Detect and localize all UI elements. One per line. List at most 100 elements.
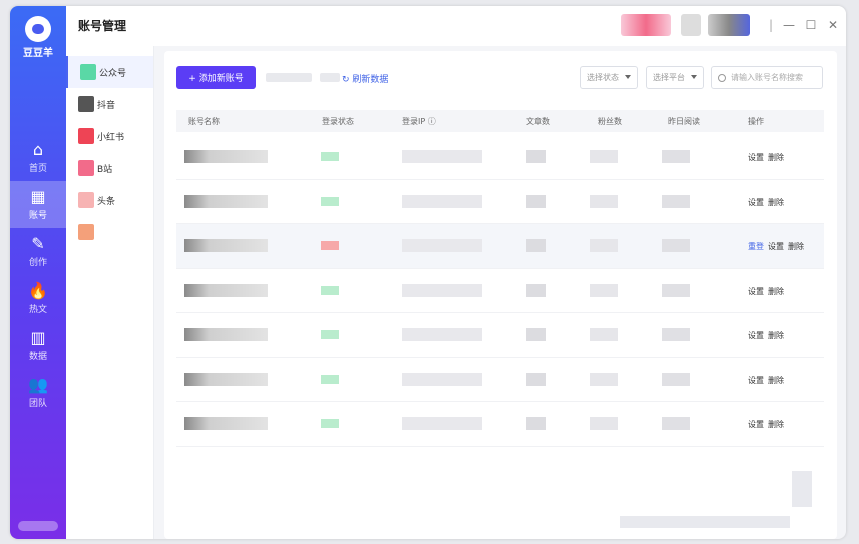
blurred-cell [662,150,690,163]
fire-icon: 🔥 [28,281,48,300]
settings-button[interactable]: 设置 [768,242,784,251]
delete-button[interactable]: 删除 [768,198,784,207]
table-row: 设置 删除 [176,358,824,402]
settings-button[interactable]: 设置 [748,331,764,340]
row-actions: 设置 删除 [748,330,788,341]
platform-item-5[interactable] [66,216,153,248]
app-name: 豆豆羊 [23,48,53,59]
nav-label: 账号 [28,211,47,221]
platform-logo-icon [78,128,94,144]
relogin-button[interactable]: 重登 [748,242,764,251]
row-actions: 设置 删除 [748,152,788,163]
sheep-logo-icon [25,16,51,42]
blurred-cell [184,194,268,208]
platform-item-4[interactable]: 头条 [66,184,153,216]
user-avatar-blurred[interactable] [18,521,58,531]
platform-label: B站 [97,164,113,175]
platform-item-0[interactable]: 公众号 [66,56,153,88]
settings-button[interactable]: 设置 [748,420,764,429]
blurred-cell [526,328,546,341]
delete-button[interactable]: 删除 [788,242,804,251]
float-widget-blurred[interactable] [792,471,812,507]
maximize-icon[interactable]: ☐ [804,18,818,32]
login-status-badge [321,374,339,384]
nav-label: 数据 [28,352,47,362]
delete-button[interactable]: 删除 [768,153,784,162]
blurred-cell [590,150,618,163]
login-status-badge [321,241,339,250]
app-logo: 豆豆羊 [10,16,66,59]
blurred-cell [526,283,546,297]
account-table-body: 设置 删除 设置 删除 重登 设置 删除 设置 删除 设置 删除 设置 删除 设置 删除 [176,135,824,447]
settings-button[interactable]: 设置 [748,198,764,207]
platform-select[interactable]: 选择平台 [646,66,704,89]
add-account-button[interactable]: + 添加新账号 [176,66,256,89]
status-select[interactable]: 选择状态 [580,66,638,89]
search-icon [718,73,726,82]
row-actions: 设置 删除 [748,286,788,297]
table-row: 设置 删除 [176,269,824,313]
delete-button[interactable]: 删除 [768,420,784,429]
delete-button[interactable]: 删除 [768,376,784,385]
search-placeholder: 请输入账号名称搜索 [731,73,803,82]
platform-select-placeholder: 选择平台 [653,73,685,82]
blurred-cell [662,283,690,297]
blurred-cell [662,328,690,341]
blurred-cell [662,239,690,252]
blurred-cell [590,417,618,430]
nav-item-4[interactable]: ▥ 数据 [10,322,66,369]
nav-item-2[interactable]: ✎ 创作 [10,228,66,275]
login-status-badge [321,330,339,339]
nav-label: 热文 [28,305,47,315]
column-header: 粉丝数 [598,117,622,126]
user-badge-blurred[interactable] [621,14,671,36]
grid-icon: ▦ [30,187,46,206]
delete-button[interactable]: 删除 [768,287,784,296]
pagination-blurred[interactable] [620,516,790,528]
page-title: 账号管理 [78,19,127,33]
settings-button[interactable]: 设置 [748,287,764,296]
delete-button[interactable]: 删除 [768,331,784,340]
blurred-cell [184,283,268,297]
avatar-blurred[interactable] [708,14,750,36]
blurred-cell [526,239,546,252]
blurred-cell [184,417,268,430]
platform-logo-icon [78,160,94,176]
team-icon: 👥 [28,375,48,394]
platform-logo-icon [78,224,94,240]
refresh-label: 刷新数据 [352,75,389,85]
blurred-cell [184,239,268,252]
platform-item-2[interactable]: 小红书 [66,120,153,152]
column-header: 文章数 [526,117,550,126]
nav-item-3[interactable]: 🔥 热文 [10,275,66,322]
platform-label: 抖音 [97,100,116,111]
nav-item-1[interactable]: ▦ 账号 [10,181,66,228]
blurred-cell [402,194,482,208]
platform-list: 公众号抖音小红书 B站头条 [66,46,154,539]
nav-item-5[interactable]: 👥 团队 [10,369,66,416]
status-select-placeholder: 选择状态 [587,73,619,82]
blurred-cell [402,239,482,252]
chevron-down-icon [691,75,697,79]
search-input[interactable]: 请输入账号名称搜索 [711,66,823,89]
settings-button[interactable]: 设置 [748,153,764,162]
table-row: 重登 设置 删除 [176,224,824,269]
blurred-cell [662,194,690,208]
minimize-icon[interactable]: — [782,18,796,32]
platform-item-1[interactable]: 抖音 [66,88,153,120]
login-status-badge [321,196,339,206]
nav-label: 创作 [28,258,47,268]
settings-button[interactable]: 设置 [748,376,764,385]
close-icon[interactable]: ✕ [826,18,840,32]
blurred-cell [184,150,268,163]
table-row: 设置 删除 [176,135,824,180]
sidebar-nav: ⌂ 首页 ▦ 账号 ✎ 创作 🔥 热文 ▥ 数据 👥 团队 [10,134,66,416]
platform-item-3[interactable]: B站 [66,152,153,184]
summary-blurred [266,73,312,82]
nav-item-0[interactable]: ⌂ 首页 [10,134,66,181]
refresh-data-link[interactable]: ↻ 刷新数据 [342,72,388,85]
blurred-cell [590,283,618,297]
notification-blurred[interactable] [681,14,701,36]
blurred-cell [184,328,268,341]
summary-blurred [320,73,340,82]
